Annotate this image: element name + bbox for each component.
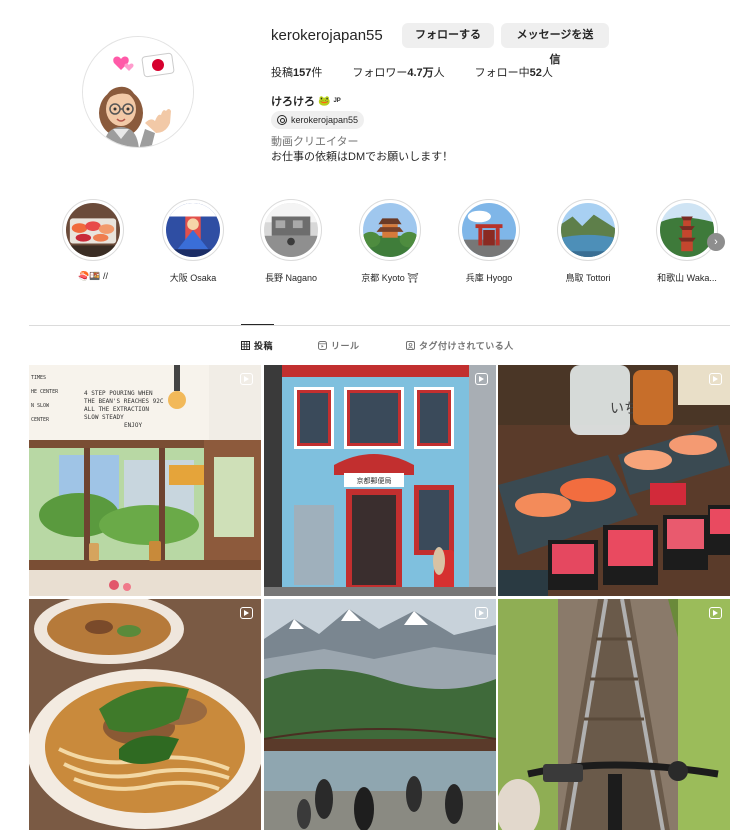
following-count[interactable]: フォロー中52人: [475, 64, 553, 80]
highlight-ring: [458, 199, 520, 261]
bio-text: お仕事の依頼はDMでお願いします！: [271, 151, 454, 163]
highlight-nagano[interactable]: 長野 Nagano: [251, 199, 331, 284]
highlight-ring: [62, 199, 124, 261]
following-count-suffix: 人: [541, 67, 553, 79]
profile-stats: 投稿157件 フォロワー4.7万人 フォロー中52人: [271, 64, 583, 80]
cafe-sign-line: ALL THE EXTRACTION: [84, 406, 149, 413]
highlight-label: 🍣🍱 //: [78, 271, 108, 281]
cafe-side-sign: TIMES: [31, 375, 46, 381]
kyoto-thumbnail-icon: [361, 203, 419, 257]
nagano-thumbnail-icon: [264, 203, 318, 257]
osaka-thumbnail-icon: [166, 203, 220, 257]
highlight-ring: [656, 199, 718, 261]
profile-username: kerokerojapan55: [271, 27, 383, 44]
post-office-image: 京都郵便局: [264, 365, 496, 596]
memoji-avatar-icon: [83, 37, 193, 147]
post-mountains[interactable]: [264, 599, 496, 830]
highlight-label: 鳥取 Tottori: [565, 273, 611, 283]
hyogo-thumbnail-icon: [462, 203, 516, 257]
active-tab-indicator: [241, 324, 274, 325]
tagged-person-icon: [406, 341, 415, 350]
highlight-ring: [260, 199, 322, 261]
followers-count-suffix: 人: [433, 67, 445, 79]
bio-category: 動画クリエイター: [271, 136, 359, 148]
post-office-sign: 京都郵便局: [357, 476, 392, 485]
highlights-next-button[interactable]: ›: [707, 233, 725, 251]
wakayama-thumbnail-icon: [660, 203, 714, 257]
highlight-label: 京都 Kyoto ⛩: [361, 273, 419, 283]
cafe-side-sign: HE CENTER: [31, 389, 59, 395]
sushi-thumbnail-icon: [66, 203, 120, 257]
reel-icon: [475, 607, 488, 619]
post-post-office[interactable]: 京都郵便局: [264, 365, 496, 596]
following-count-prefix: フォロー中: [474, 67, 530, 79]
chevron-right-icon: ›: [714, 236, 718, 248]
tab-reels[interactable]: リール: [318, 339, 360, 352]
tab-tagged[interactable]: タグ付けされている人: [406, 339, 514, 352]
cafe-side-sign: CENTER: [31, 417, 50, 423]
followers-count[interactable]: フォロワー4.7万人: [352, 64, 444, 80]
cafe-sign-line: THE BEAN'S REACHES 92C: [84, 398, 164, 405]
highlight-tottori[interactable]: 鳥取 Tottori: [548, 199, 628, 284]
threads-handle: kerokerojapan55: [291, 115, 359, 125]
highlight-ring: [557, 199, 619, 261]
frog-icon: 🐸: [318, 95, 331, 107]
highlight-label: 長野 Nagano: [264, 273, 318, 283]
tottori-thumbnail-icon: [561, 203, 615, 257]
posts-count-prefix: 投稿: [271, 67, 293, 79]
reels-icon: [318, 341, 327, 350]
tab-posts-label: 投稿: [254, 341, 274, 351]
highlight-label: 兵庫 Hyogo: [465, 273, 513, 283]
highlight-ring: [162, 199, 224, 261]
followers-count-prefix: フォロワー: [352, 67, 408, 79]
threads-icon: [277, 115, 287, 125]
follow-button[interactable]: フォローする: [402, 23, 494, 48]
posts-count-suffix: 件: [311, 67, 323, 79]
post-cafe[interactable]: 4 STEP POURING WHEN THE BEAN'S REACHES 9…: [29, 365, 261, 596]
posts-count-value: 157: [293, 67, 312, 79]
reel-icon: [709, 373, 722, 385]
grid-icon: [241, 341, 250, 350]
highlight-ring: [359, 199, 421, 261]
tab-reels-label: リール: [331, 341, 360, 351]
threads-link[interactable]: kerokerojapan55: [271, 111, 365, 129]
cafe-sign-line: 4 STEP POURING WHEN: [84, 390, 153, 397]
post-udon[interactable]: [29, 599, 261, 830]
highlight-label: 大阪 Osaka: [169, 273, 217, 283]
posts-count: 投稿157件: [271, 64, 322, 80]
full-name-text: けろけろ: [271, 96, 315, 108]
following-count-value: 52: [529, 67, 542, 79]
highlight-sushi[interactable]: 🍣🍱 //: [53, 199, 133, 282]
tab-posts[interactable]: 投稿: [241, 339, 273, 352]
highlight-label: 和歌山 Waka...: [657, 273, 717, 283]
tab-tagged-label: タグ付けされている人: [419, 341, 514, 351]
cafe-window-image: 4 STEP POURING WHEN THE BEAN'S REACHES 9…: [29, 365, 261, 596]
reel-icon: [709, 607, 722, 619]
sushi-plate-image: いち: [498, 365, 730, 596]
send-message-button[interactable]: メッセージを送信: [501, 23, 609, 66]
jp-tag: JP: [333, 98, 341, 104]
post-sushi[interactable]: いち: [498, 365, 730, 596]
highlight-hyogo[interactable]: 兵庫 Hyogo: [449, 199, 529, 284]
followers-count-value: 4.7万: [407, 67, 434, 79]
udon-bowl-image: [29, 599, 261, 830]
cafe-sign-line: ENJOY: [124, 422, 142, 429]
cafe-side-sign: N SLOW: [31, 403, 50, 409]
cafe-sign-line: SLOW STEADY: [84, 414, 124, 421]
profile-full-name: けろけろ 🐸 JP: [271, 93, 341, 109]
mountain-bridge-image: [264, 599, 496, 830]
post-rail-bike[interactable]: [498, 599, 730, 830]
profile-avatar[interactable]: [82, 36, 194, 148]
reel-icon: [475, 373, 488, 385]
highlight-osaka[interactable]: 大阪 Osaka: [153, 199, 233, 284]
highlight-kyoto[interactable]: 京都 Kyoto ⛩: [350, 199, 430, 284]
rail-bike-image: [498, 599, 730, 830]
reel-icon: [240, 373, 253, 385]
tabs-divider: [29, 325, 730, 326]
reel-icon: [240, 607, 253, 619]
